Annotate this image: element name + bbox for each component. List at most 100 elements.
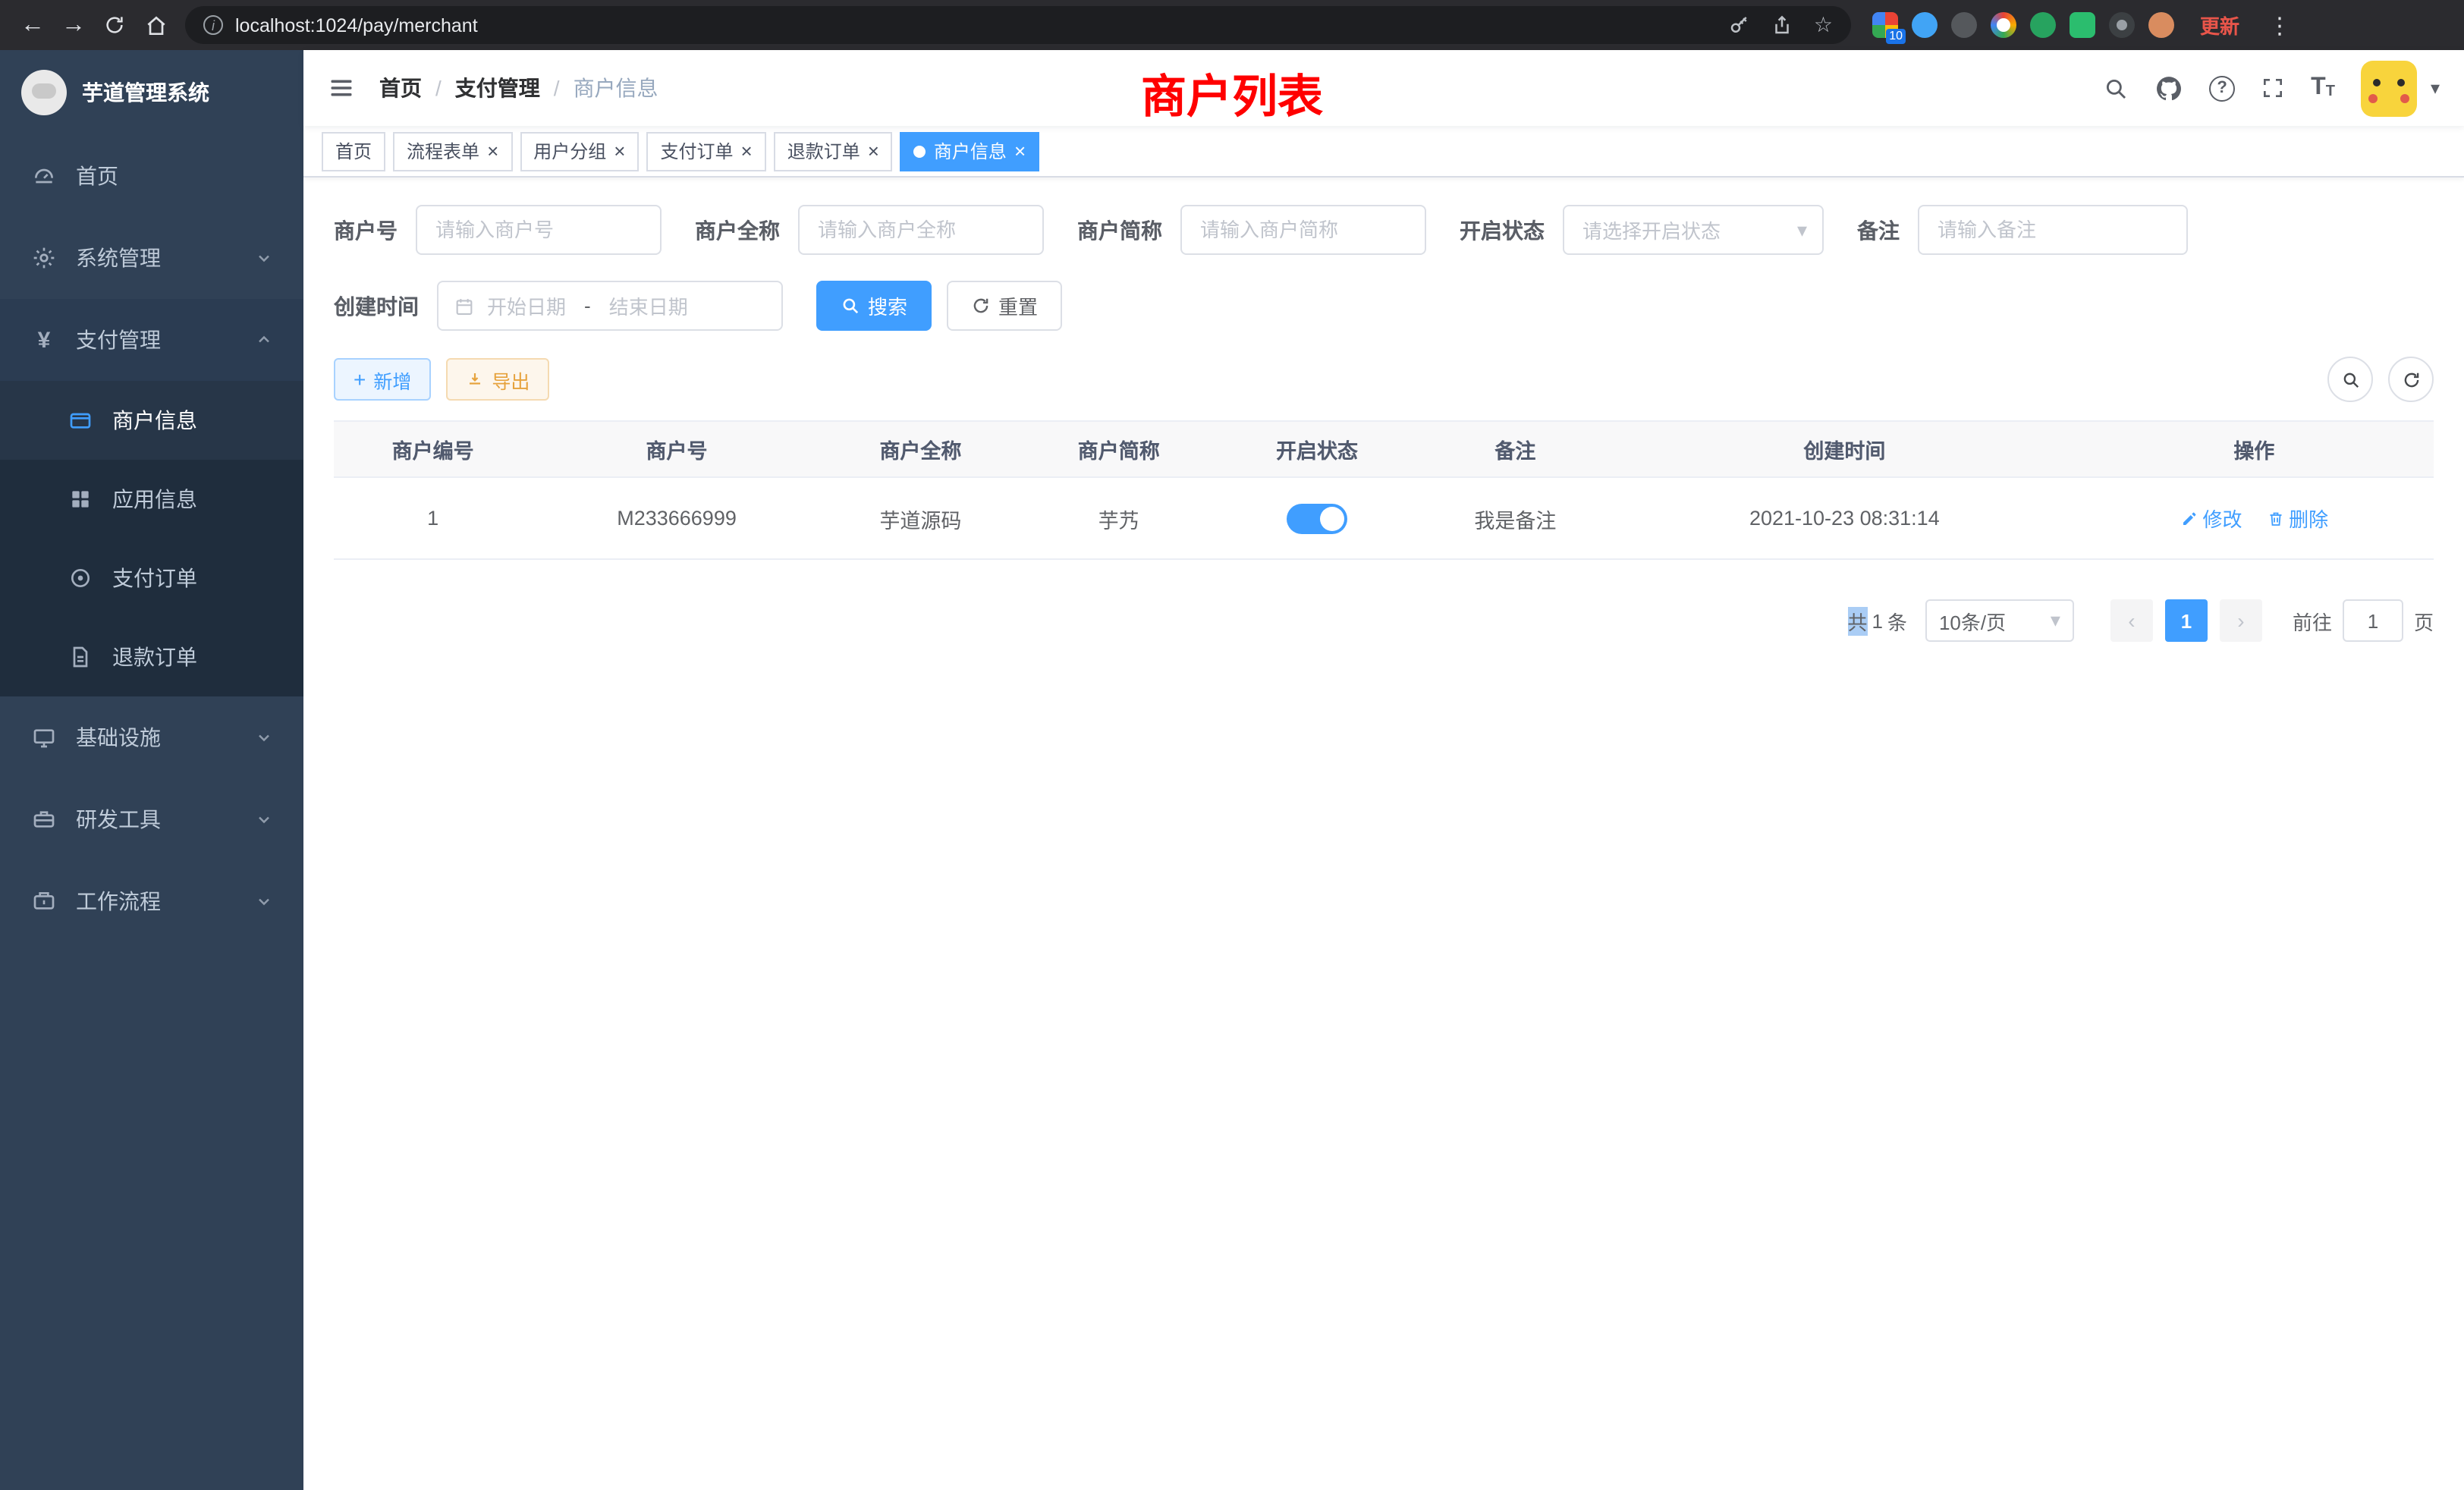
search-button[interactable]: 搜索 [816,281,932,331]
edit-link[interactable]: 修改 [2180,504,2242,533]
extension-icon-5[interactable] [2030,12,2056,38]
tab-process-form[interactable]: 流程表单 × [393,131,512,171]
payment-submenu: 商户信息 应用信息 支付订单 退款订单 [0,381,303,696]
sidebar-item-pay-orders[interactable]: 支付订单 [0,539,303,618]
annotation-text: 商户列表 [1141,59,1323,126]
cell-full-name: 芋道源码 [822,477,1020,559]
address-bar-tools: ☆ [1729,12,1833,38]
sidebar-item-dev-tools[interactable]: 研发工具 [0,778,303,860]
chevron-down-icon [255,249,273,267]
grid-icon [67,487,94,511]
close-icon[interactable]: × [1014,141,1026,161]
sidebar-toggle-button[interactable] [328,74,355,102]
add-button[interactable]: + 新增 [334,358,431,401]
top-navbar: 首页 / 支付管理 / 商户信息 ? TT ▾ [303,50,2464,126]
chevron-down-icon [255,892,273,910]
refresh-table-button[interactable] [2388,357,2434,402]
extension-icon-7[interactable] [2109,12,2135,38]
sidebar-item-home[interactable]: 首页 [0,135,303,217]
browser-forward-button[interactable]: → [53,5,94,46]
breadcrumb-home[interactable]: 首页 [379,73,422,103]
sidebar-item-label: 工作流程 [76,886,161,916]
close-icon[interactable]: × [741,141,753,161]
filter-create-time: 创建时间 开始日期 - 结束日期 [334,281,783,331]
browser-reload-button[interactable] [94,5,135,46]
page-size-select[interactable]: 10条/页 ▾ [1925,599,2074,642]
pencil-icon [2180,509,2198,527]
share-icon[interactable] [1771,14,1794,36]
refresh-icon [2401,369,2421,389]
tab-user-group[interactable]: 用户分组 × [520,131,639,171]
bookmark-star-icon[interactable]: ☆ [1814,12,1833,38]
close-icon[interactable]: × [487,141,498,161]
browser-back-button[interactable]: ← [12,5,53,46]
sidebar-item-workflow[interactable]: 工作流程 [0,860,303,942]
sidebar-item-label: 支付订单 [112,563,197,593]
table-row: 1 M233666999 芋道源码 芋艿 我是备注 2021-10-23 08:… [334,477,2434,559]
browser-menu-button[interactable]: ⋮ [2259,5,2300,46]
briefcase-icon [30,889,58,913]
fullscreen-icon[interactable] [2261,76,2285,100]
reset-button[interactable]: 重置 [947,281,1062,331]
status-toggle[interactable] [1287,503,1347,533]
document-icon [67,645,94,669]
cell-merchant-id: 1 [334,477,532,559]
sidebar-item-infrastructure[interactable]: 基础设施 [0,696,303,778]
page-content: 商户号 商户全称 商户简称 开启状态 请选择开启状态 ▾ [303,178,2464,642]
date-end-placeholder: 结束日期 [609,291,688,320]
browser-home-button[interactable] [135,5,176,46]
export-button[interactable]: 导出 [446,358,549,401]
extension-icon-4[interactable] [1991,12,2016,38]
toggle-search-button[interactable] [2327,357,2373,402]
extension-icon-2[interactable] [1912,12,1938,38]
address-bar[interactable]: i localhost:1024/pay/merchant ☆ [185,6,1851,44]
extension-icon-6[interactable] [2070,12,2095,38]
tab-home[interactable]: 首页 [322,131,385,171]
extension-icon-3[interactable] [1951,12,1977,38]
help-icon[interactable]: ? [2209,75,2235,101]
sidebar-item-system[interactable]: 系统管理 [0,217,303,299]
jump-unit: 页 [2414,606,2434,635]
pagination-total: 共 1 条 [1847,606,1907,635]
refresh-icon [971,296,991,316]
close-icon[interactable]: × [868,141,879,161]
sidebar-item-refund-orders[interactable]: 退款订单 [0,618,303,696]
pagination: 共 1 条 10条/页 ▾ ‹ 1 › 前往 页 [334,599,2434,642]
merchant-no-input[interactable] [416,205,662,255]
forward-icon: → [61,11,86,39]
search-icon [841,296,860,316]
extension-icon-1[interactable]: 10 [1872,12,1898,38]
short-name-input[interactable] [1180,205,1426,255]
prev-page-button[interactable]: ‹ [2110,599,2153,642]
search-icon[interactable] [2103,75,2129,101]
date-range-picker[interactable]: 开始日期 - 结束日期 [437,281,783,331]
tab-merchant-info[interactable]: 商户信息 × [900,131,1039,171]
github-icon[interactable] [2154,74,2183,102]
url-text: localhost:1024/pay/merchant [235,14,478,36]
sidebar-item-merchant-info[interactable]: 商户信息 [0,381,303,460]
delete-link[interactable]: 删除 [2266,504,2328,533]
full-name-input[interactable] [798,205,1044,255]
font-size-icon[interactable]: TT [2311,76,2335,100]
navbar-actions: ? TT ▾ [2103,60,2440,116]
status-select[interactable]: 请选择开启状态 ▾ [1563,205,1824,255]
close-icon[interactable]: × [614,141,625,161]
tab-refund-orders[interactable]: 退款订单 × [774,131,893,171]
profile-avatar-icon[interactable] [2148,12,2174,38]
field-label: 商户简称 [1077,215,1162,245]
browser-update-button[interactable]: 更新 [2200,11,2239,39]
password-key-icon[interactable] [1729,14,1752,36]
page-number-button[interactable]: 1 [2165,599,2208,642]
site-info-icon[interactable]: i [203,15,223,35]
remark-input[interactable] [1918,205,2188,255]
sidebar-item-app-info[interactable]: 应用信息 [0,460,303,539]
jump-label: 前往 [2293,606,2332,635]
tab-pay-orders[interactable]: 支付订单 × [646,131,765,171]
user-dropdown-caret-icon[interactable]: ▾ [2431,77,2440,99]
user-avatar[interactable] [2361,60,2417,116]
sidebar-item-label: 商户信息 [112,405,197,435]
next-page-button[interactable]: › [2220,599,2262,642]
jump-page-input[interactable] [2343,599,2403,642]
sidebar-item-payment[interactable]: ¥ 支付管理 [0,299,303,381]
breadcrumb-section[interactable]: 支付管理 [455,73,540,103]
